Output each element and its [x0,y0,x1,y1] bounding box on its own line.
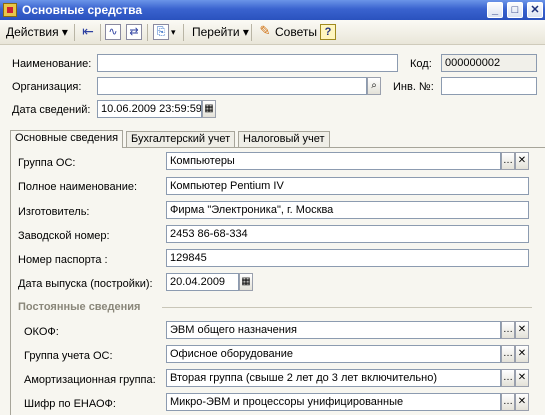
date-field[interactable]: 10.06.2009 23:59:59 [97,100,202,118]
fullname-label: Полное наименование: [18,181,138,193]
toolbar-separator [147,24,148,41]
section-divider [162,307,532,308]
toolbar-separator [100,24,101,41]
select-button[interactable]: … [501,345,515,363]
select-button[interactable]: … [501,393,515,411]
enaof-label: Шифр по ЕНАОФ: [24,398,116,410]
amortization-label: Амортизационная группа: [24,374,156,386]
fullname-field[interactable]: Компьютер Pentium IV [166,177,529,195]
copy-structure-icon[interactable]: ⎘ [153,24,169,40]
toolbar: Действия ▾ ⇤ ∿ ⇄ ⎘ ▾ Перейти ▾ ✎ Советы … [0,20,545,45]
actions-label: Действия [6,25,59,39]
goto-menu[interactable]: Перейти ▾ [192,23,249,42]
search-icon[interactable]: ⌕ [367,77,381,95]
chevron-down-icon[interactable]: ▾ [171,23,176,42]
main-window: Основные средства _ □ ✕ Действия ▾ ⇤ ∿ ⇄… [0,0,545,415]
clear-icon[interactable]: ✕ [515,321,529,339]
calendar-icon[interactable]: ▦ [202,100,216,118]
chevron-down-icon: ▾ [239,25,249,39]
amortization-field[interactable]: Вторая группа (свыше 2 лет до 3 лет вклю… [166,369,501,387]
select-button[interactable]: … [501,321,515,339]
toolbar-separator [183,24,184,41]
release-date-field[interactable]: 20.04.2009 [166,273,239,291]
tab-main-info[interactable]: Основные сведения [10,130,124,148]
serial-label: Заводской номер: [18,230,110,242]
date-label: Дата сведений: [12,104,91,116]
close-button[interactable]: ✕ [527,2,543,18]
serial-field[interactable]: 2453 86-68-334 [166,225,529,243]
actions-menu[interactable]: Действия ▾ [6,23,68,42]
code-label: Код: [410,58,432,70]
enaof-field[interactable]: Микро-ЭВМ и процессоры унифицированные [166,393,501,411]
tab-accounting[interactable]: Бухгалтерский учет [126,131,236,148]
clear-icon[interactable]: ✕ [515,345,529,363]
clear-icon[interactable]: ✕ [515,152,529,170]
maker-field[interactable]: Фирма "Электроника", г. Москва [166,201,529,219]
inventory-label: Инв. №: [393,81,434,93]
title-bar: Основные средства _ □ ✕ [0,0,545,20]
tips-icon: ✎ [259,23,271,38]
calendar-icon[interactable]: ▦ [239,273,253,291]
okof-field[interactable]: ЭВМ общего назначения [166,321,501,339]
refresh-icon[interactable]: ⇄ [126,24,142,40]
release-date-label: Дата выпуска (постройки): [18,278,153,290]
name-label: Наименование: [12,58,92,70]
group-field[interactable]: Компьютеры [166,152,501,170]
minimize-button[interactable]: _ [487,2,503,18]
clear-icon[interactable]: ✕ [515,369,529,387]
goto-label: Перейти [192,25,240,39]
organization-field[interactable] [97,77,367,95]
section-title: Постоянные сведения [18,301,141,313]
group-label: Группа ОС: [18,157,76,169]
inventory-field[interactable] [441,77,537,95]
passport-label: Номер паспорта : [18,254,108,266]
back-arrow-icon[interactable]: ⇤ [80,24,96,40]
tips-button[interactable]: Советы [275,23,317,42]
toolbar-separator [251,24,252,41]
tab-tax[interactable]: Налоговый учет [238,131,330,148]
fixed-assets-icon [3,3,17,17]
chevron-down-icon: ▾ [58,25,68,39]
window-title: Основные средства [22,3,143,17]
clear-icon[interactable]: ✕ [515,393,529,411]
name-field[interactable] [97,54,398,72]
select-button[interactable]: … [501,369,515,387]
help-button[interactable]: ? [320,24,336,40]
okof-label: ОКОФ: [24,326,59,338]
maker-label: Изготовитель: [18,206,90,218]
toolbar-separator [74,24,75,41]
passport-field[interactable]: 129845 [166,249,529,267]
select-button[interactable]: … [501,152,515,170]
acc-group-field[interactable]: Офисное оборудование [166,345,501,363]
acc-group-label: Группа учета ОС: [24,350,113,362]
maximize-button[interactable]: □ [507,2,523,18]
organization-label: Организация: [12,81,82,93]
document-icon[interactable]: ∿ [105,24,121,40]
code-field[interactable]: 000000002 [441,54,537,72]
